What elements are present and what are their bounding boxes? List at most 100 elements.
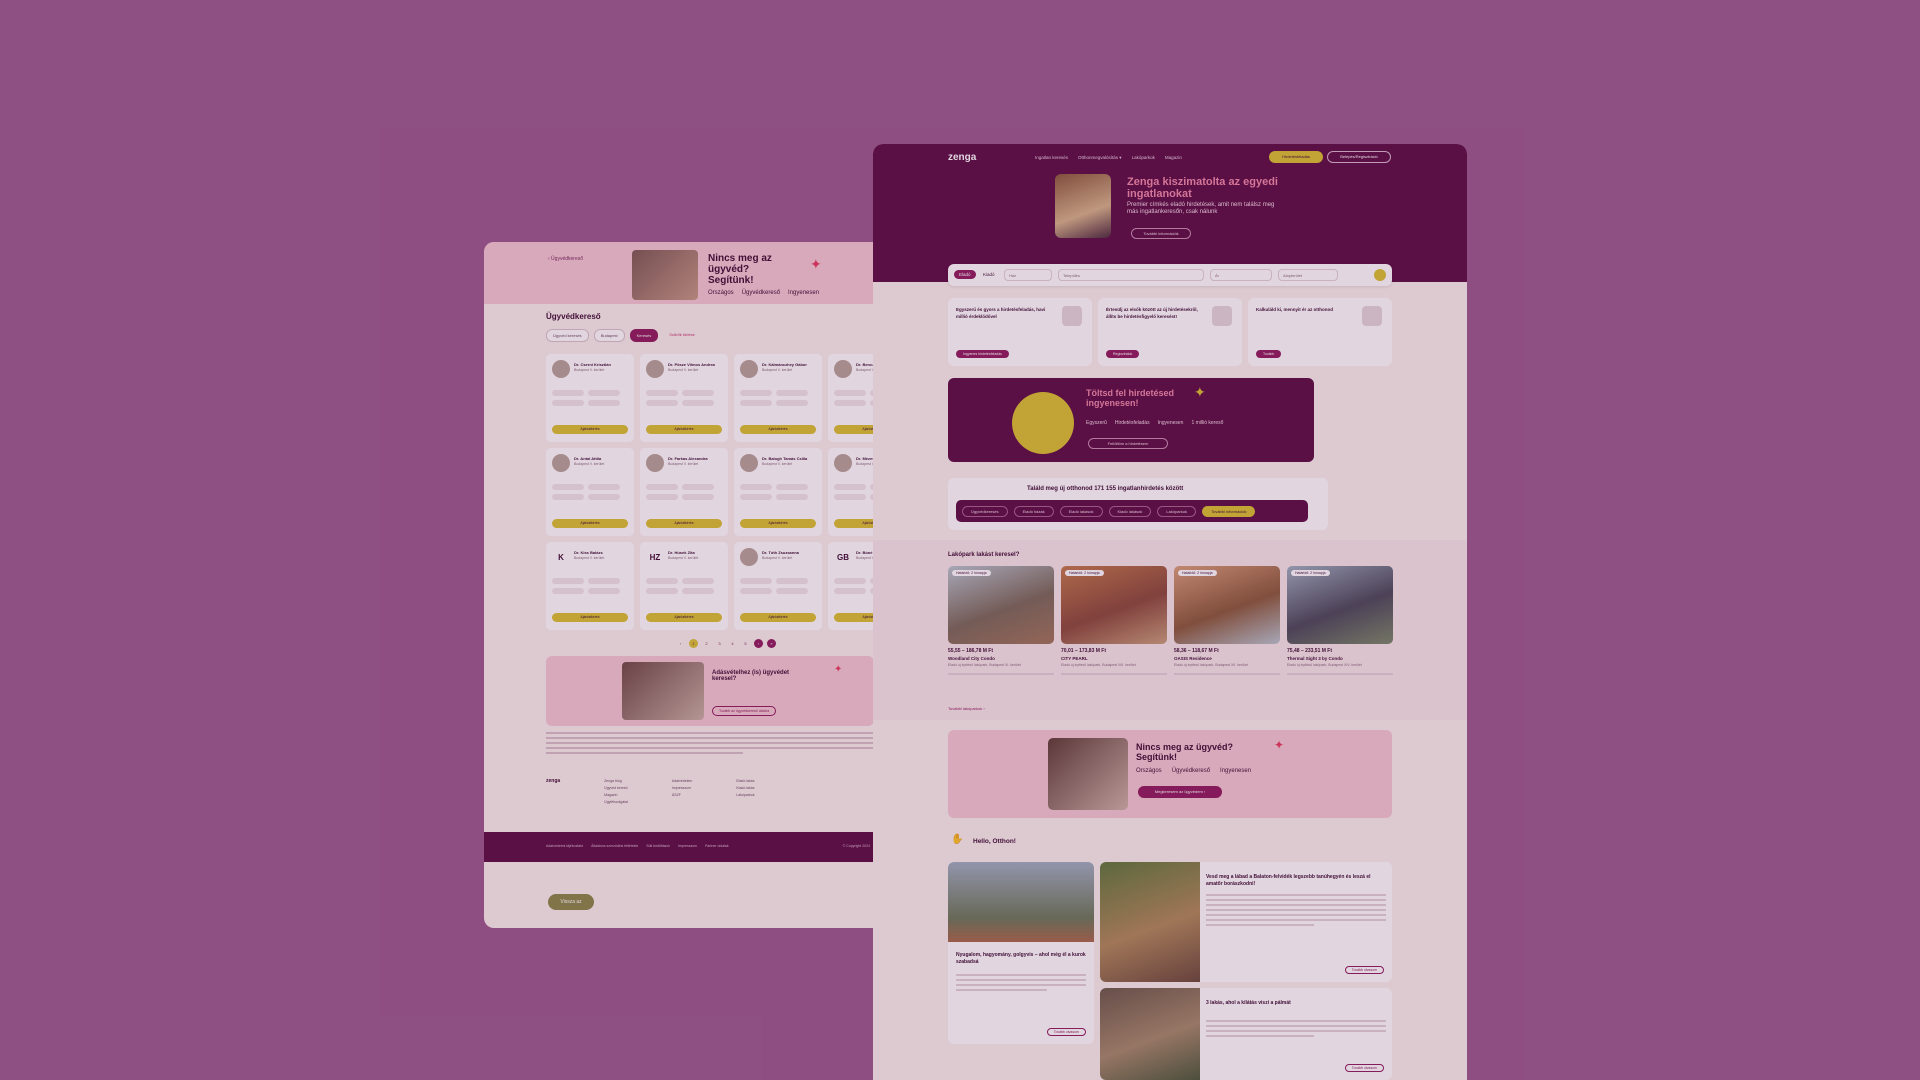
page-number[interactable]: 5 [741,639,750,648]
request-quote-button[interactable]: Ajánlatkérés [646,613,722,622]
location-input[interactable]: Település [1058,269,1204,281]
lawyer-card[interactable]: Dr. Kálmánczhey Gábor Budapest V. kerület… [734,354,822,442]
lawyer-card[interactable]: GB Dr. BónéBudapest V. kerület Ajánlatkéré… [828,542,874,630]
lawyer-card[interactable]: Dr. Tóth Zsuzsanna Budapest V. kerület Ajá… [734,542,822,630]
footer-bar-link[interactable]: Süti beállítások [646,844,670,848]
quick-link[interactable]: Eladó házak [1013,505,1054,517]
quick-link[interactable]: Lakóparkok [1157,505,1197,517]
lawyer-name[interactable]: Dr. Kálmánczhey Gábor [762,362,820,367]
type-select[interactable]: Ház [1004,269,1052,281]
footer-link[interactable]: Lakóparkok [736,792,754,799]
property-card[interactable]: Határidő: 2 hónapja 70,01 – 173,83 M Ft CI… [1061,566,1167,675]
page-last[interactable]: » [767,639,776,648]
upload-button[interactable]: Feltöltöm a hirdetésem [1088,438,1168,449]
feature-button[interactable]: Ingyenes hirdetésfeladás [956,350,1009,358]
request-quote-button[interactable]: Ajánlatkérés [740,519,816,528]
feature-button[interactable]: Tovább [1256,350,1282,358]
tab-sale[interactable]: Eladó [954,270,976,279]
request-quote-button[interactable]: Ajánlatkérés [834,519,874,528]
footer-link[interactable]: Adatvédelem [672,778,692,785]
page-next[interactable]: › [754,639,763,648]
quick-link[interactable]: Eladó lakások [1059,505,1103,517]
quick-link-more[interactable]: További információk [1202,505,1256,517]
hero-more-button[interactable]: További információk [1131,228,1191,239]
footer-bar-link[interactable]: Partner oldalak [705,844,729,848]
request-quote-button[interactable]: Ajánlatkérés [552,425,628,434]
page-number[interactable]: 2 [702,639,711,648]
site-logo[interactable]: zenga [948,152,976,163]
footer-link[interactable]: Ügyfélszolgálat [604,799,628,806]
lawyer-card[interactable]: Dr. Antal Attila Budapest V. kerület Ajánl… [546,448,634,536]
lawyer-button[interactable]: Megkeresem az ügyvédem › [1138,786,1222,798]
footer-link[interactable]: Kiadó lakás [736,785,754,792]
lawyer-card[interactable]: Dr. Balogh Tamás Csilla Budapest V. kerül… [734,448,822,536]
lawyer-name[interactable]: Dr. Cserni Krisztián [574,362,632,367]
footer-logo[interactable]: zenga [546,778,560,806]
lawyer-name[interactable]: Dr. Húsek Zita [668,550,726,555]
back-button[interactable]: Vissza az [548,894,594,910]
property-card[interactable]: Határidő: 2 hónapja 75,48 – 233,51 M Ft Th… [1287,566,1393,675]
lawyer-name[interactable]: Dr. Balogh Tamás Csilla [762,456,820,461]
property-card[interactable]: Határidő: 2 hónapja 55,55 – 186,78 M Ft Wo… [948,566,1054,675]
request-quote-button[interactable]: Ajánlatkérés [552,519,628,528]
footer-link[interactable]: Impresszum [672,785,692,792]
article-title[interactable]: Vesd meg a lábad a Balaton-felvidék legs… [1206,874,1386,888]
post-ad-button[interactable]: Hirdetésfeladás [1269,151,1323,163]
city-select[interactable]: Budapest [593,329,625,342]
lawyer-card[interactable]: Dr. MézesBudapest V. kerület Ajánlatkérés [828,448,874,536]
request-quote-button[interactable]: Ajánlatkérés [740,425,816,434]
quick-link[interactable]: Ügyvédkeresés [962,505,1008,517]
search-icon[interactable] [1374,269,1386,281]
request-quote-button[interactable]: Ajánlatkérés [834,613,874,622]
lawyer-card[interactable]: Dr. Cserni Krisztián Budapest V. kerület A… [546,354,634,442]
size-input[interactable]: Alapterület [1278,269,1338,281]
lawyer-card[interactable]: Dr. BenczBudapest V. kerület Ajánlatkérés [828,354,874,442]
footer-link[interactable]: ÁSZF [672,792,692,799]
nav-item[interactable]: Ingatlan keresés [1035,155,1068,161]
nav-item[interactable]: Otthonmegvalósítás ▾ [1078,155,1122,161]
article-card[interactable]: 3 lakás, ahol a kilátás viszi a pálmát T… [1100,988,1392,1080]
read-more-button[interactable]: Tovább olvasom [1046,1028,1086,1036]
property-card[interactable]: Határidő: 2 hónapja 58,36 – 118,67 M Ft OA… [1174,566,1280,675]
page-number[interactable]: 1 [689,639,698,648]
tab-rent[interactable]: Kiadó [978,270,1000,279]
lawyer-name[interactable]: Dr. Mézes [856,456,874,461]
clear-filters-link[interactable]: Szűrők törlése [663,329,701,342]
article-title[interactable]: Nyugalom, hagyomány, golgyvis – ahol még… [956,952,1086,966]
page-number[interactable]: 4 [728,639,737,648]
page-number[interactable]: 3 [715,639,724,648]
property-name[interactable]: Woodland City Condo [948,656,1054,661]
footer-link[interactable]: Eladó lakás [736,778,754,785]
request-quote-button[interactable]: Ajánlatkérés [552,613,628,622]
footer-bar-link[interactable]: Adatvédelmi tájékoztató [546,844,583,848]
breadcrumb[interactable]: ‹ Ügyvédkereső [548,256,583,262]
search-button[interactable]: Keresés [629,329,659,342]
page-prev[interactable]: ‹ [676,639,685,648]
lawyer-name[interactable]: Dr. Bencz [856,362,874,367]
price-input[interactable]: Ár [1210,269,1272,281]
lawyer-name[interactable]: Dr. Farkas Alexandra [668,456,726,461]
promo-button[interactable]: Tovább az ügyvédkereső oldalra [712,706,777,716]
request-quote-button[interactable]: Ajánlatkérés [646,425,722,434]
article-card[interactable]: Nyugalom, hagyomány, golgyvis – ahol még… [948,862,1094,1044]
article-card[interactable]: Vesd meg a lábad a Balaton-felvidék legs… [1100,862,1392,982]
read-more-button[interactable]: Tovább olvasom [1344,966,1384,974]
quick-link[interactable]: Kiadó lakások [1108,505,1152,517]
lawyer-card[interactable]: Dr. Pösze Vilmos Andrea Budapest V. kerül… [640,354,728,442]
property-name[interactable]: CITY PEARL [1061,656,1167,661]
request-quote-button[interactable]: Ajánlatkérés [740,613,816,622]
property-name[interactable]: OASIS Residence [1174,656,1280,661]
lawyer-name[interactable]: Dr. Bóné [856,550,874,555]
lawyer-card[interactable]: Dr. Farkas Alexandra Budapest V. kerület A… [640,448,728,536]
footer-link[interactable]: Zenga blog [604,778,628,785]
request-quote-button[interactable]: Ajánlatkérés [834,425,874,434]
lawyer-card[interactable]: HZ Dr. Húsek Zita Budapest V. kerület Ajánl… [640,542,728,630]
lawyer-name[interactable]: Dr. Antal Attila [574,456,632,461]
request-quote-button[interactable]: Ajánlatkérés [646,519,722,528]
lawyer-card[interactable]: K Dr. Kiss Balázs Budapest V. kerület Ajánl… [546,542,634,630]
more-newbuilds-link[interactable]: További lakóparkok › [948,706,985,711]
login-button[interactable]: Belépés/Regisztráció [1327,151,1391,163]
lawyer-search-field[interactable]: Ügyvéd keresés [546,329,589,342]
footer-link[interactable]: Magazin [604,792,628,799]
nav-item[interactable]: Lakóparkok [1132,155,1155,161]
